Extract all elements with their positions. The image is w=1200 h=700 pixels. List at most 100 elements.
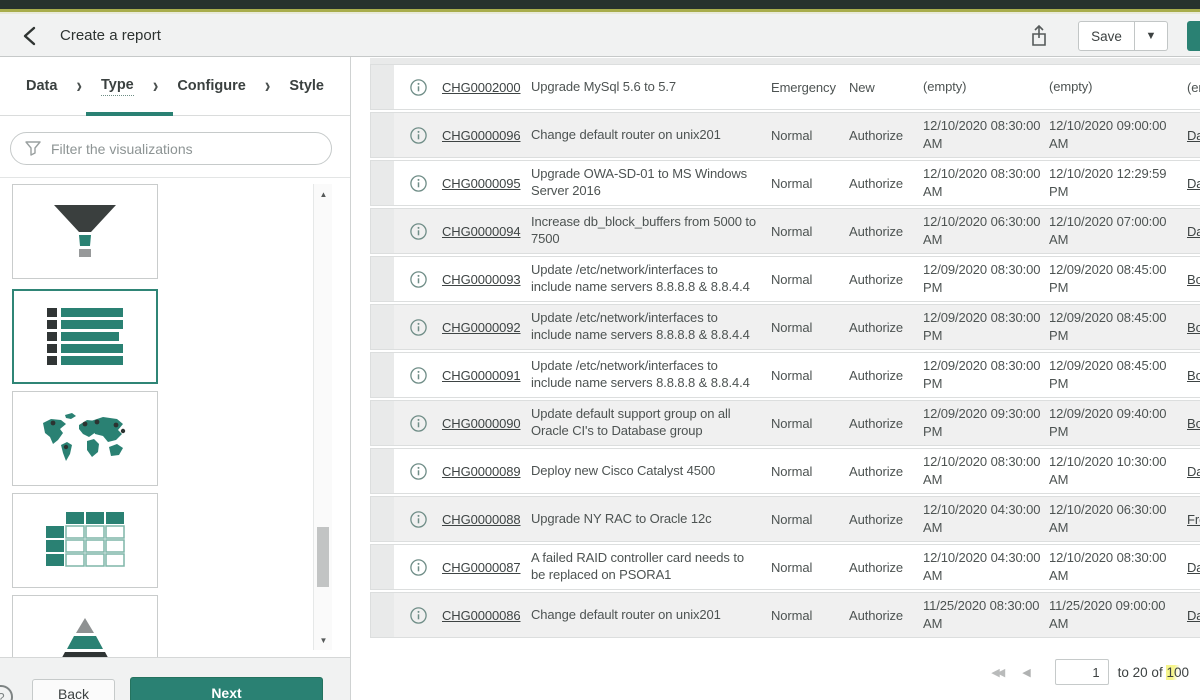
assignee-link[interactable]: Fre	[1187, 497, 1200, 541]
row-gutter	[371, 593, 394, 637]
help-icon[interactable]: ?	[0, 685, 13, 700]
tab-configure[interactable]: Configure	[177, 78, 245, 94]
panel-footer: ? Back Next	[0, 657, 350, 700]
change-number-link[interactable]: CHG0000092	[442, 305, 531, 349]
info-icon[interactable]	[394, 209, 442, 253]
planned-start-date: 12/09/2020 08:30:00 PM	[923, 257, 1049, 301]
assignee-link[interactable]: Dav	[1187, 161, 1200, 205]
info-icon[interactable]	[394, 65, 442, 109]
planned-end-date: 12/09/2020 08:45:00 PM	[1049, 305, 1187, 349]
change-number-link[interactable]: CHG0000086	[442, 593, 531, 637]
info-icon[interactable]	[394, 257, 442, 301]
planned-end-date: (empty)	[1049, 65, 1187, 109]
info-icon[interactable]	[394, 545, 442, 589]
info-icon[interactable]	[394, 353, 442, 397]
save-dropdown-button[interactable]: ▼	[1135, 21, 1168, 51]
info-icon[interactable]	[394, 113, 442, 157]
priority-value: Normal	[771, 401, 849, 445]
planned-start-date: 12/10/2020 08:30:00 AM	[923, 449, 1049, 493]
change-number-link[interactable]: CHG0000091	[442, 353, 531, 397]
funnel-chart-icon	[52, 205, 118, 259]
info-icon[interactable]	[394, 161, 442, 205]
chevron-right-icon: ›	[76, 74, 82, 99]
planned-end-date: 11/25/2020 09:00:00 AM	[1049, 593, 1187, 637]
priority-value: Emergency	[771, 65, 849, 109]
assignee-link[interactable]: Bow	[1187, 305, 1200, 349]
planned-start-date: (empty)	[923, 65, 1049, 109]
info-icon[interactable]	[394, 497, 442, 541]
bar-list-chart-icon	[47, 307, 123, 367]
change-number-link[interactable]: CHG0000093	[442, 257, 531, 301]
pagination: ◀◀ ◀ to 20 of 100	[991, 657, 1189, 687]
change-number-link[interactable]: CHG0000090	[442, 401, 531, 445]
priority-value: Normal	[771, 113, 849, 157]
planned-start-date: 12/09/2020 08:30:00 PM	[923, 353, 1049, 397]
assignee-link[interactable]: Bow	[1187, 401, 1200, 445]
next-button[interactable]: Next	[130, 677, 323, 700]
info-icon[interactable]	[394, 401, 442, 445]
info-icon[interactable]	[394, 305, 442, 349]
change-number-link[interactable]: CHG0000096	[442, 113, 531, 157]
tab-data[interactable]: Data	[26, 78, 57, 94]
priority-value: Normal	[771, 305, 849, 349]
change-number-link[interactable]: CHG0000094	[442, 209, 531, 253]
share-icon[interactable]	[1028, 24, 1050, 48]
info-icon[interactable]	[394, 449, 442, 493]
clipped-action-button[interactable]	[1187, 21, 1200, 51]
planned-start-date: 12/10/2020 08:30:00 AM	[923, 113, 1049, 157]
short-description: Change default router on unix201	[531, 593, 771, 637]
row-gutter	[371, 401, 394, 445]
viz-type-bar-list[interactable]	[12, 289, 158, 384]
heatmap-table-icon	[45, 512, 125, 570]
table-row: CHG0000093 Update /etc/network/interface…	[370, 256, 1200, 302]
table-row: CHG0000086 Change default router on unix…	[370, 592, 1200, 638]
save-button[interactable]: Save	[1078, 21, 1135, 51]
assignee-link[interactable]: Bow	[1187, 257, 1200, 301]
first-page-icon[interactable]: ◀◀	[991, 666, 1002, 679]
info-icon[interactable]	[394, 593, 442, 637]
scroll-down-icon[interactable]: ▼	[314, 632, 333, 648]
planned-end-date: 12/10/2020 06:30:00 AM	[1049, 497, 1187, 541]
planned-end-date: 12/10/2020 12:29:59 PM	[1049, 161, 1187, 205]
chevron-right-icon: ›	[153, 74, 159, 99]
back-chevron-icon[interactable]	[20, 25, 42, 47]
state-value: New	[849, 65, 923, 109]
report-type-panel: Data › Type › Configure › Style	[0, 57, 351, 700]
change-number-link[interactable]: CHG0000088	[442, 497, 531, 541]
previous-page-icon[interactable]: ◀	[1022, 666, 1030, 679]
page-number-input[interactable]	[1055, 659, 1109, 685]
assignee-link[interactable]: Dav	[1187, 209, 1200, 253]
state-value: Authorize	[849, 353, 923, 397]
change-number-link[interactable]: CHG0002000	[442, 65, 531, 109]
planned-end-date: 12/10/2020 09:00:00 AM	[1049, 113, 1187, 157]
planned-end-date: 12/09/2020 09:40:00 PM	[1049, 401, 1187, 445]
priority-value: Normal	[771, 209, 849, 253]
row-gutter	[371, 65, 394, 109]
divider	[0, 177, 350, 178]
assignee-link[interactable]: Bow	[1187, 353, 1200, 397]
scrollbar-thumb[interactable]	[317, 527, 329, 587]
change-number-link[interactable]: CHG0000087	[442, 545, 531, 589]
viz-type-heatmap-table[interactable]	[12, 493, 158, 588]
state-value: Authorize	[849, 593, 923, 637]
assignee-link[interactable]: Dav	[1187, 449, 1200, 493]
change-number-link[interactable]: CHG0000095	[442, 161, 531, 205]
row-gutter	[371, 161, 394, 205]
viz-type-world-map[interactable]	[12, 391, 158, 486]
change-number-link[interactable]: CHG0000089	[442, 449, 531, 493]
wizard-breadcrumb: Data › Type › Configure › Style	[0, 57, 350, 116]
tab-style[interactable]: Style	[289, 78, 324, 94]
assignee-link[interactable]: (em	[1187, 65, 1200, 109]
scroll-up-icon[interactable]: ▲	[314, 186, 333, 202]
tab-type[interactable]: Type	[101, 77, 134, 96]
assignee-link[interactable]: Dav	[1187, 545, 1200, 589]
assignee-link[interactable]: Dav	[1187, 113, 1200, 157]
state-value: Authorize	[849, 113, 923, 157]
panel-scrollbar[interactable]: ▲ ▼	[313, 184, 332, 650]
filter-input[interactable]	[51, 141, 301, 157]
create-report-window: Create a report Save ▼ Data › Type › Con…	[0, 0, 1200, 700]
viz-type-funnel[interactable]	[12, 184, 158, 279]
back-button[interactable]: Back	[32, 679, 115, 700]
assignee-link[interactable]: Dav	[1187, 593, 1200, 637]
page-title: Create a report	[60, 27, 161, 44]
